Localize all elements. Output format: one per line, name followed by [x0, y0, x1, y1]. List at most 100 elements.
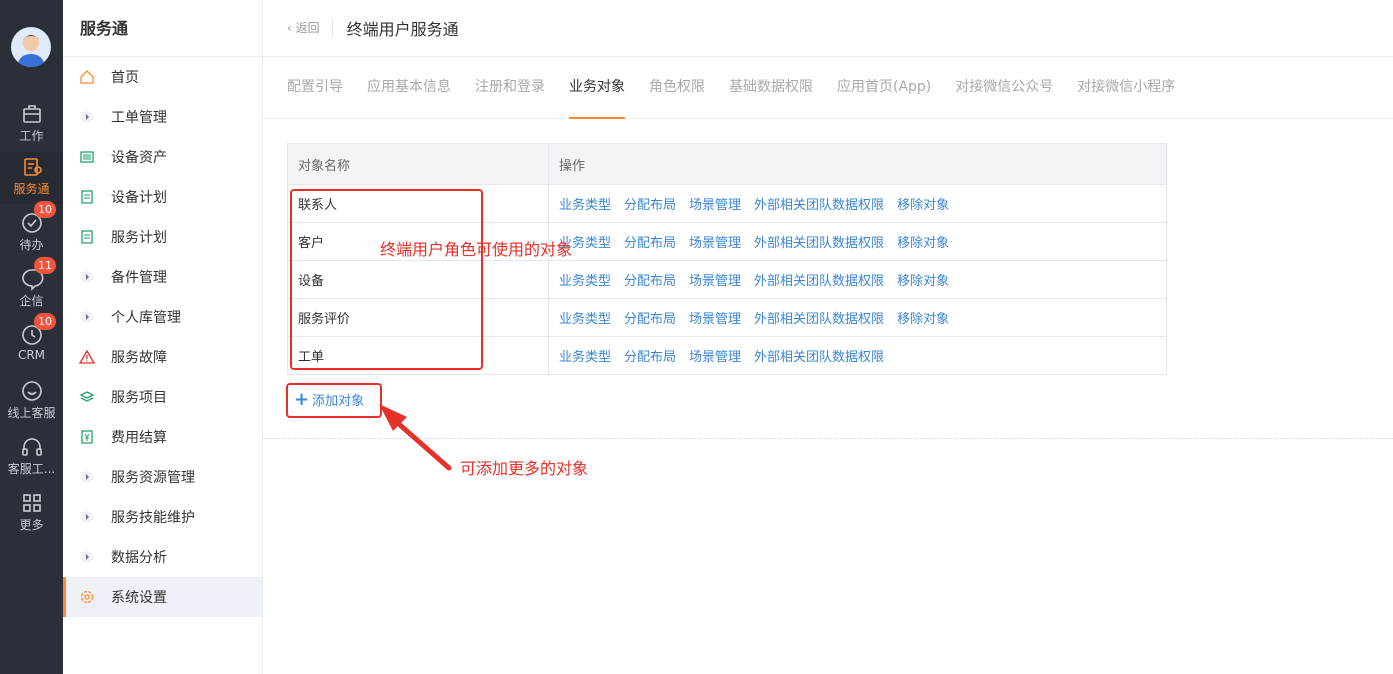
column-header-actions: 操作: [548, 143, 1167, 185]
notification-badge: 11: [34, 257, 56, 274]
warning-icon: [79, 349, 95, 364]
sidebar-item-devices[interactable]: 设备资产: [63, 137, 262, 177]
sidebar-item-label: 服务计划: [111, 230, 167, 246]
row-actions: 业务类型 分配布局 场景管理 外部相关团队数据权限 移除对象: [548, 222, 1167, 261]
tab-data-permissions[interactable]: 基础数据权限: [729, 57, 813, 119]
rail-item-label: 工作: [19, 129, 44, 143]
notification-badge: 10: [34, 313, 56, 330]
caret-right-icon: [81, 111, 93, 123]
business-type-link[interactable]: 业务类型: [559, 350, 611, 365]
scene-management-link[interactable]: 场景管理: [689, 198, 741, 213]
business-type-link[interactable]: 业务类型: [559, 198, 611, 213]
grid-icon: [22, 494, 41, 512]
avatar[interactable]: [11, 27, 51, 67]
headset-icon: [21, 438, 42, 456]
sidebar-item-faults[interactable]: 服务故障: [63, 337, 262, 377]
tab-wechat-miniprogram[interactable]: 对接微信小程序: [1077, 57, 1175, 119]
row-actions: 业务类型 分配布局 场景管理 外部相关团队数据权限: [548, 336, 1167, 375]
rail-item-online-service[interactable]: 线上客服: [0, 376, 63, 428]
rail-item-label: 企信: [19, 294, 44, 308]
business-type-link[interactable]: 业务类型: [559, 312, 611, 327]
rail-item-label: 线上客服: [7, 406, 56, 420]
remove-object-link[interactable]: 移除对象: [897, 198, 949, 213]
tab-app-home[interactable]: 应用首页(App): [837, 57, 931, 119]
briefcase-icon: [22, 105, 41, 123]
gear-icon: [80, 590, 94, 604]
sidebar-item-resources[interactable]: 服务资源管理: [63, 457, 262, 497]
row-actions: 业务类型 分配布局 场景管理 外部相关团队数据权限 移除对象: [548, 260, 1167, 299]
sidebar-item-label: 费用结算: [111, 430, 167, 446]
row-actions: 业务类型 分配布局 场景管理 外部相关团队数据权限 移除对象: [548, 184, 1167, 223]
sidebar-item-spare-parts[interactable]: 备件管理: [63, 257, 262, 297]
remove-object-link[interactable]: 移除对象: [897, 236, 949, 251]
sidebar-item-label: 服务项目: [111, 390, 167, 406]
sidebar-item-label: 首页: [111, 70, 139, 86]
scene-management-link[interactable]: 场景管理: [689, 312, 741, 327]
sidebar-item-label: 数据分析: [111, 550, 167, 566]
rail-item-more[interactable]: 更多: [0, 488, 63, 540]
device-icon: [80, 151, 94, 163]
rail-item-todo[interactable]: 待办 10: [0, 201, 63, 260]
external-team-permission-link[interactable]: 外部相关团队数据权限: [754, 198, 884, 213]
sidebar-item-home[interactable]: 首页: [63, 57, 262, 97]
business-type-link[interactable]: 业务类型: [559, 274, 611, 289]
rail-item-label: 更多: [19, 518, 44, 532]
sidebar-item-workorders[interactable]: 工单管理: [63, 97, 262, 137]
caret-right-icon: [81, 471, 93, 483]
smile-icon: [21, 381, 42, 401]
sidebar-item-label: 设备资产: [111, 150, 167, 166]
sidebar-item-label: 备件管理: [111, 270, 167, 286]
assign-layout-link[interactable]: 分配布局: [624, 350, 676, 365]
external-team-permission-link[interactable]: 外部相关团队数据权限: [754, 274, 884, 289]
rail-item-label: 服务通: [13, 182, 50, 196]
left-rail: 工作 服务通 待办 10 企信 11 CRM 10 线上客服 客服工... 更多: [0, 0, 63, 674]
sidebar-item-skills[interactable]: 服务技能维护: [63, 497, 262, 537]
row-actions: 业务类型 分配布局 场景管理 外部相关团队数据权限 移除对象: [548, 298, 1167, 337]
sidebar-item-service-items[interactable]: 服务项目: [63, 377, 262, 417]
sidebar-item-settings[interactable]: 系统设置: [63, 577, 262, 617]
rail-item-service[interactable]: 服务通: [0, 152, 63, 204]
caret-right-icon: [81, 511, 93, 523]
assign-layout-link[interactable]: 分配布局: [624, 198, 676, 213]
tab-role-permissions[interactable]: 角色权限: [649, 57, 705, 119]
sidebar-item-label: 系统设置: [111, 590, 167, 606]
caret-right-icon: [81, 551, 93, 563]
scene-management-link[interactable]: 场景管理: [689, 236, 741, 251]
layers-icon: [79, 391, 95, 402]
assign-layout-link[interactable]: 分配布局: [624, 236, 676, 251]
external-team-permission-link[interactable]: 外部相关团队数据权限: [754, 236, 884, 251]
document-icon: [81, 230, 93, 244]
scene-management-link[interactable]: 场景管理: [689, 274, 741, 289]
annotation-arrow: [379, 404, 452, 471]
sidebar-item-label: 服务技能维护: [111, 510, 195, 526]
sidebar-item-service-plan[interactable]: 服务计划: [63, 217, 262, 257]
sidebar-item-label: 工单管理: [111, 110, 167, 126]
tab-wechat-official[interactable]: 对接微信公众号: [955, 57, 1053, 119]
document-icon: [81, 190, 93, 204]
sidebar-item-billing[interactable]: 费用结算: [63, 417, 262, 457]
remove-object-link[interactable]: 移除对象: [897, 312, 949, 327]
sidebar-item-label: 个人库管理: [111, 310, 181, 326]
remove-object-link[interactable]: 移除对象: [897, 274, 949, 289]
scene-management-link[interactable]: 场景管理: [689, 350, 741, 365]
assign-layout-link[interactable]: 分配布局: [624, 274, 676, 289]
sidebar-item-personal-stock[interactable]: 个人库管理: [63, 297, 262, 337]
rail-item-work[interactable]: 工作: [0, 99, 63, 151]
rail-item-customer-service[interactable]: 客服工...: [0, 432, 63, 484]
tab-business-objects[interactable]: 业务对象: [569, 57, 625, 119]
sidebar-item-analytics[interactable]: 数据分析: [63, 537, 262, 577]
yuan-icon: [81, 430, 93, 444]
sidebar-item-device-plan[interactable]: 设备计划: [63, 177, 262, 217]
rail-item-crm[interactable]: CRM 10: [0, 313, 63, 372]
home-icon: [80, 70, 94, 84]
external-team-permission-link[interactable]: 外部相关团队数据权限: [754, 312, 884, 327]
notification-badge: 10: [34, 201, 56, 218]
caret-right-icon: [81, 271, 93, 283]
rail-item-label: 待办: [19, 238, 44, 252]
assign-layout-link[interactable]: 分配布局: [624, 312, 676, 327]
rail-item-messages[interactable]: 企信 11: [0, 257, 63, 316]
external-team-permission-link[interactable]: 外部相关团队数据权限: [754, 350, 884, 365]
caret-right-icon: [81, 311, 93, 323]
rail-item-label: 客服工...: [7, 462, 56, 476]
main-content: ‹ 返回 终端用户服务通 配置引导 应用基本信息 注册和登录 业务对象 角色权限…: [263, 0, 1393, 674]
